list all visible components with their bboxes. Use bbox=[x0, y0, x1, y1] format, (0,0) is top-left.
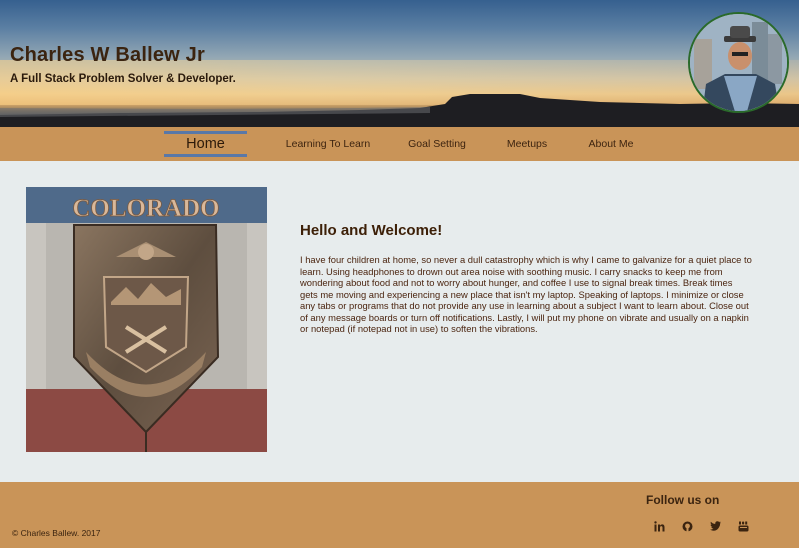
nav-item-goal-setting[interactable]: Goal Setting bbox=[402, 127, 472, 161]
github-icon[interactable] bbox=[678, 518, 696, 534]
colorado-seal-image: COLORADO bbox=[26, 187, 267, 452]
welcome-body-text: I have four children at home, so never a… bbox=[300, 254, 752, 334]
follow-us-label: Follow us on bbox=[646, 493, 720, 507]
welcome-heading: Hello and Welcome! bbox=[300, 222, 443, 239]
nav-item-about-me[interactable]: About Me bbox=[580, 127, 642, 161]
header-banner: Charles W Ballew Jr A Full Stack Problem… bbox=[0, 0, 799, 127]
footer: © Charles Ballew. 2017 Follow us on bbox=[0, 482, 799, 548]
site-title: Charles W Ballew Jr bbox=[10, 44, 205, 66]
avatar bbox=[688, 12, 789, 113]
copyright-text: © Charles Ballew. 2017 bbox=[12, 528, 101, 538]
linkedin-icon[interactable] bbox=[650, 518, 668, 534]
youtube-icon[interactable] bbox=[734, 518, 752, 534]
site-subtitle: A Full Stack Problem Solver & Developer. bbox=[10, 73, 236, 85]
twitter-icon[interactable] bbox=[706, 518, 724, 534]
colorado-label: COLORADO bbox=[72, 195, 219, 222]
nav-item-home[interactable]: Home bbox=[164, 131, 247, 157]
main-nav: Home Learning To Learn Goal Setting Meet… bbox=[0, 127, 799, 161]
nav-item-meetups[interactable]: Meetups bbox=[500, 127, 554, 161]
nav-item-learning-to-learn[interactable]: Learning To Learn bbox=[280, 127, 376, 161]
